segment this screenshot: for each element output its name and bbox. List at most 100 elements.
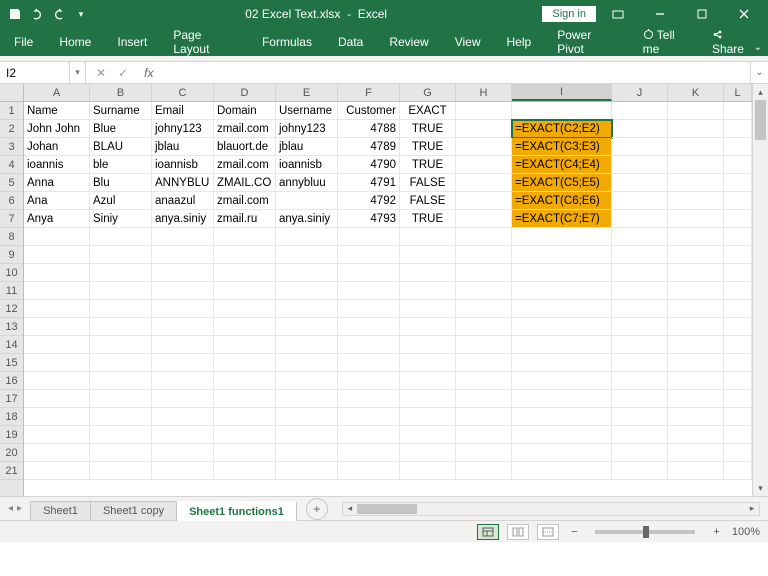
cell[interactable]: [724, 174, 752, 192]
cell[interactable]: [612, 462, 668, 480]
cell[interactable]: [668, 372, 724, 390]
cell[interactable]: [338, 390, 400, 408]
cell[interactable]: [24, 408, 90, 426]
sheet-tab[interactable]: Sheet1 copy: [90, 501, 177, 520]
cell[interactable]: [668, 444, 724, 462]
cell[interactable]: jblau: [276, 138, 338, 156]
cell[interactable]: [152, 354, 214, 372]
cell[interactable]: [668, 264, 724, 282]
cell[interactable]: [214, 318, 276, 336]
ribbon-display-icon[interactable]: [598, 0, 638, 28]
cell[interactable]: [400, 390, 456, 408]
row-header[interactable]: 1: [0, 102, 23, 120]
cell[interactable]: Customer: [338, 102, 400, 120]
cell[interactable]: [668, 246, 724, 264]
cell[interactable]: ZMAIL.CO: [214, 174, 276, 192]
cell[interactable]: [612, 390, 668, 408]
cell[interactable]: [512, 372, 612, 390]
column-header[interactable]: J: [612, 84, 668, 101]
cell[interactable]: [400, 408, 456, 426]
cell[interactable]: zmail.com: [214, 120, 276, 138]
cell[interactable]: [668, 228, 724, 246]
cell[interactable]: [456, 192, 512, 210]
maximize-icon[interactable]: [682, 0, 722, 28]
cell[interactable]: [90, 336, 152, 354]
cell[interactable]: [90, 354, 152, 372]
cell[interactable]: [276, 300, 338, 318]
cell[interactable]: [214, 336, 276, 354]
tab-power-pivot[interactable]: Power Pivot: [553, 28, 620, 56]
cell[interactable]: zmail.ru: [214, 210, 276, 228]
cell[interactable]: [214, 408, 276, 426]
cell[interactable]: [724, 210, 752, 228]
cell[interactable]: [214, 444, 276, 462]
cell[interactable]: Email: [152, 102, 214, 120]
cell[interactable]: [612, 444, 668, 462]
cell[interactable]: 4790: [338, 156, 400, 174]
cell[interactable]: [456, 462, 512, 480]
cell[interactable]: [90, 300, 152, 318]
cell[interactable]: [338, 408, 400, 426]
row-header[interactable]: 4: [0, 156, 23, 174]
scroll-down-icon[interactable]: ▾: [753, 480, 768, 496]
row-header[interactable]: 5: [0, 174, 23, 192]
cell[interactable]: [456, 426, 512, 444]
tab-insert[interactable]: Insert: [113, 35, 151, 49]
cell[interactable]: [668, 408, 724, 426]
cell[interactable]: [276, 228, 338, 246]
row-header[interactable]: 3: [0, 138, 23, 156]
cell[interactable]: 4789: [338, 138, 400, 156]
cell[interactable]: [24, 462, 90, 480]
cell[interactable]: [668, 282, 724, 300]
cell[interactable]: [214, 300, 276, 318]
cell[interactable]: Name: [24, 102, 90, 120]
expand-formula-bar-icon[interactable]: ⌄: [750, 62, 768, 83]
cell[interactable]: [24, 246, 90, 264]
column-header[interactable]: G: [400, 84, 456, 101]
cell[interactable]: [214, 426, 276, 444]
cell[interactable]: [276, 318, 338, 336]
cell[interactable]: [152, 246, 214, 264]
cell[interactable]: [612, 192, 668, 210]
tab-page-layout[interactable]: Page Layout: [169, 28, 240, 56]
cell[interactable]: =EXACT(C2;E2): [512, 120, 612, 138]
cell[interactable]: [90, 372, 152, 390]
cell[interactable]: [152, 336, 214, 354]
cell[interactable]: [24, 300, 90, 318]
cell[interactable]: [90, 264, 152, 282]
cell[interactable]: [338, 318, 400, 336]
cell[interactable]: [612, 120, 668, 138]
select-all-corner[interactable]: [0, 84, 23, 102]
cell[interactable]: johny123: [152, 120, 214, 138]
tab-help[interactable]: Help: [503, 35, 536, 49]
row-header[interactable]: 14: [0, 336, 23, 354]
cell[interactable]: =EXACT(C5;E5): [512, 174, 612, 192]
cell[interactable]: [612, 354, 668, 372]
sheet-tab[interactable]: Sheet1: [30, 501, 91, 520]
row-header[interactable]: 8: [0, 228, 23, 246]
cell[interactable]: [276, 444, 338, 462]
name-box-dropdown-icon[interactable]: ▾: [70, 62, 86, 83]
cell[interactable]: [338, 282, 400, 300]
cell[interactable]: [152, 264, 214, 282]
cell[interactable]: TRUE: [400, 120, 456, 138]
cell[interactable]: [338, 246, 400, 264]
cell[interactable]: [152, 228, 214, 246]
cell[interactable]: [456, 390, 512, 408]
cell[interactable]: [456, 156, 512, 174]
fx-icon[interactable]: fx: [138, 62, 159, 83]
cell[interactable]: 4793: [338, 210, 400, 228]
cell[interactable]: [612, 138, 668, 156]
cell[interactable]: [276, 192, 338, 210]
cell[interactable]: [512, 390, 612, 408]
row-header[interactable]: 2: [0, 120, 23, 138]
cell[interactable]: [24, 390, 90, 408]
redo-icon[interactable]: [50, 5, 68, 23]
cell[interactable]: [668, 156, 724, 174]
cell[interactable]: [512, 264, 612, 282]
cell[interactable]: [612, 282, 668, 300]
cell[interactable]: [612, 426, 668, 444]
sheet-nav-prev-icon[interactable]: ◂: [8, 503, 13, 514]
cell[interactable]: [512, 408, 612, 426]
cell[interactable]: [668, 426, 724, 444]
